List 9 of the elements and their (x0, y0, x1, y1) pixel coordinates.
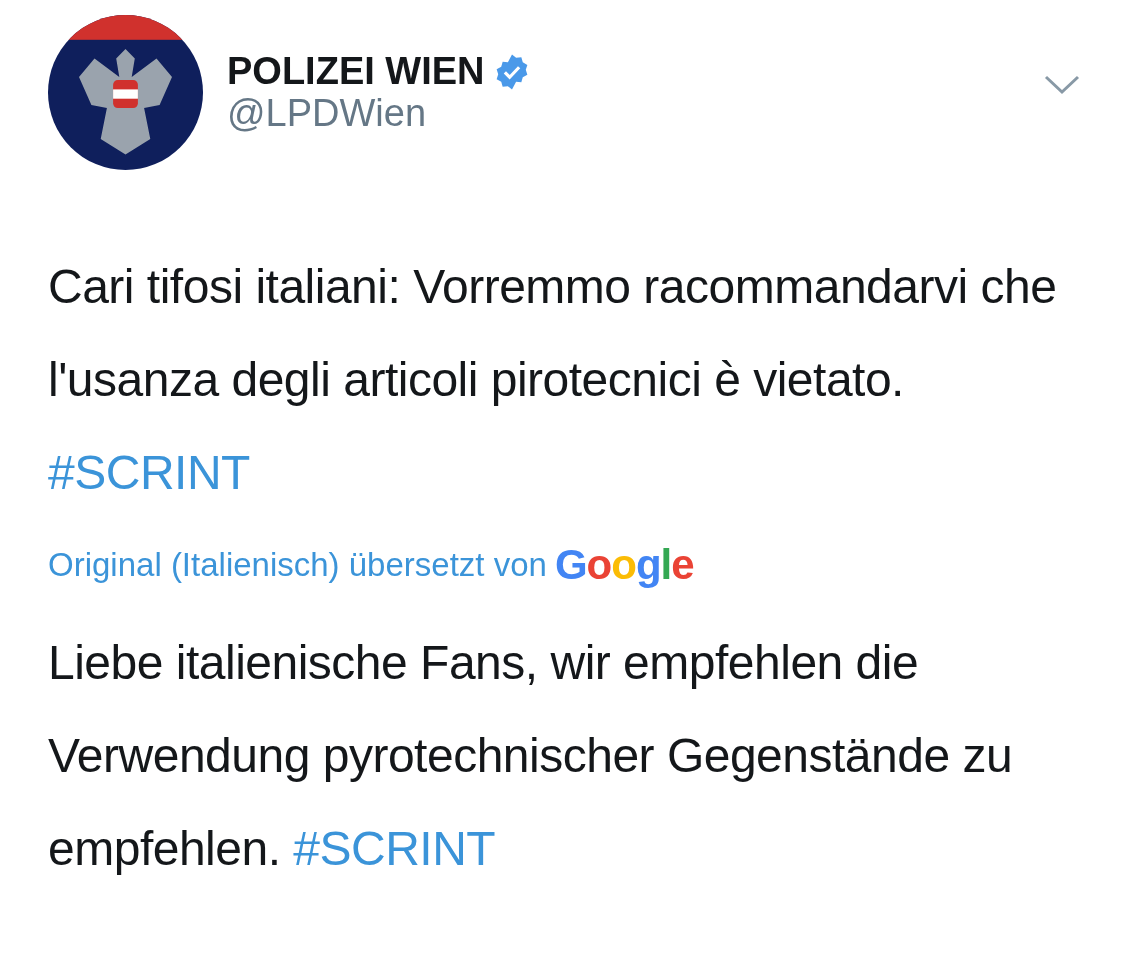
hashtag-link[interactable]: #SCRINT (48, 446, 250, 499)
account-name: POLIZEI WIEN (227, 50, 485, 93)
tweet-text: Cari tifosi italiani: Vorremmo racommandarvi che l'usanza degli articoli pirotecnici è vietato. #SCRINT (48, 259, 1058, 501)
chevron-down-icon[interactable] (1044, 75, 1080, 95)
translation-note: Original (Italienisch) übersetzt von (48, 544, 547, 585)
google-logo: Google (554, 540, 694, 590)
account-handle: @LPDWien (227, 92, 428, 135)
hashtag-link[interactable]: #SCRINT (293, 822, 496, 875)
translated-text: Liebe italienische Fans, wir empfehlen die Verwendung pyrotechnischer Gegenstände zu empfehlen. #SCRINT (48, 635, 1014, 877)
